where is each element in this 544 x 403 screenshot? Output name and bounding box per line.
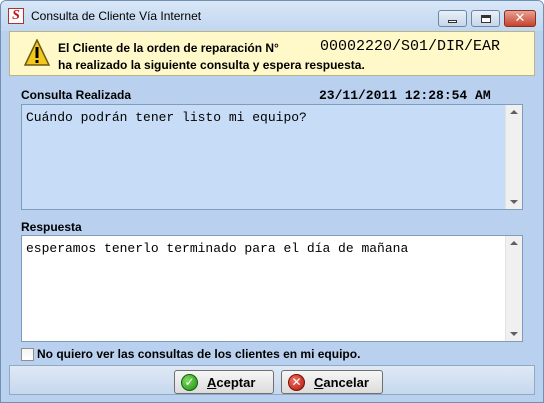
response-text: esperamos tenerlo terminado para el día … xyxy=(26,241,409,256)
scroll-down-icon[interactable] xyxy=(510,200,518,204)
close-button[interactable]: ✕ xyxy=(504,10,536,27)
hide-queries-checkbox[interactable] xyxy=(21,348,34,361)
maximize-button[interactable] xyxy=(471,10,500,27)
cancel-label: Cancelar xyxy=(314,375,369,390)
cancel-x-icon: ✕ xyxy=(288,374,305,391)
button-bar: ✓ Aceptar ✕ Cancelar xyxy=(9,365,535,395)
warning-icon xyxy=(24,39,50,66)
maximize-icon xyxy=(480,14,491,23)
notice-banner: El Cliente de la orden de reparación N° … xyxy=(9,31,535,76)
notice-line-1: El Cliente de la orden de reparación N° xyxy=(58,41,279,55)
query-label: Consulta Realizada xyxy=(21,88,132,102)
response-label: Respuesta xyxy=(21,220,82,234)
scroll-down-icon[interactable] xyxy=(510,332,518,336)
hide-queries-label[interactable]: No quiero ver las consultas de los clien… xyxy=(37,347,360,361)
dialog-window: S Consulta de Cliente Vía Internet ✕ El … xyxy=(0,0,544,403)
title-bar[interactable]: S Consulta de Cliente Vía Internet ✕ xyxy=(1,1,543,31)
cancel-button[interactable]: ✕ Cancelar xyxy=(281,370,383,394)
scroll-up-icon[interactable] xyxy=(510,241,518,245)
response-textarea[interactable]: esperamos tenerlo terminado para el día … xyxy=(21,235,523,342)
app-logo-icon[interactable]: S xyxy=(8,8,24,24)
query-text: Cuándo podrán tener listo mi equipo? xyxy=(26,110,307,125)
response-scrollbar[interactable] xyxy=(505,236,522,341)
notice-line-2: ha realizado la siguiente consulta y esp… xyxy=(58,58,365,72)
order-number: 00002220/S01/DIR/EAR xyxy=(320,38,501,55)
minimize-icon xyxy=(448,20,457,23)
close-icon: ✕ xyxy=(514,11,526,26)
accept-button[interactable]: ✓ Aceptar xyxy=(174,370,274,394)
scroll-up-icon[interactable] xyxy=(510,110,518,114)
query-scrollbar[interactable] xyxy=(505,105,522,209)
window-title: Consulta de Cliente Vía Internet xyxy=(31,9,202,23)
accept-label: Aceptar xyxy=(207,375,256,390)
query-textarea[interactable]: Cuándo podrán tener listo mi equipo? xyxy=(21,104,523,210)
check-icon: ✓ xyxy=(181,374,198,391)
minimize-button[interactable] xyxy=(438,10,467,27)
query-datetime: 23/11/2011 12:28:54 AM xyxy=(319,88,491,103)
